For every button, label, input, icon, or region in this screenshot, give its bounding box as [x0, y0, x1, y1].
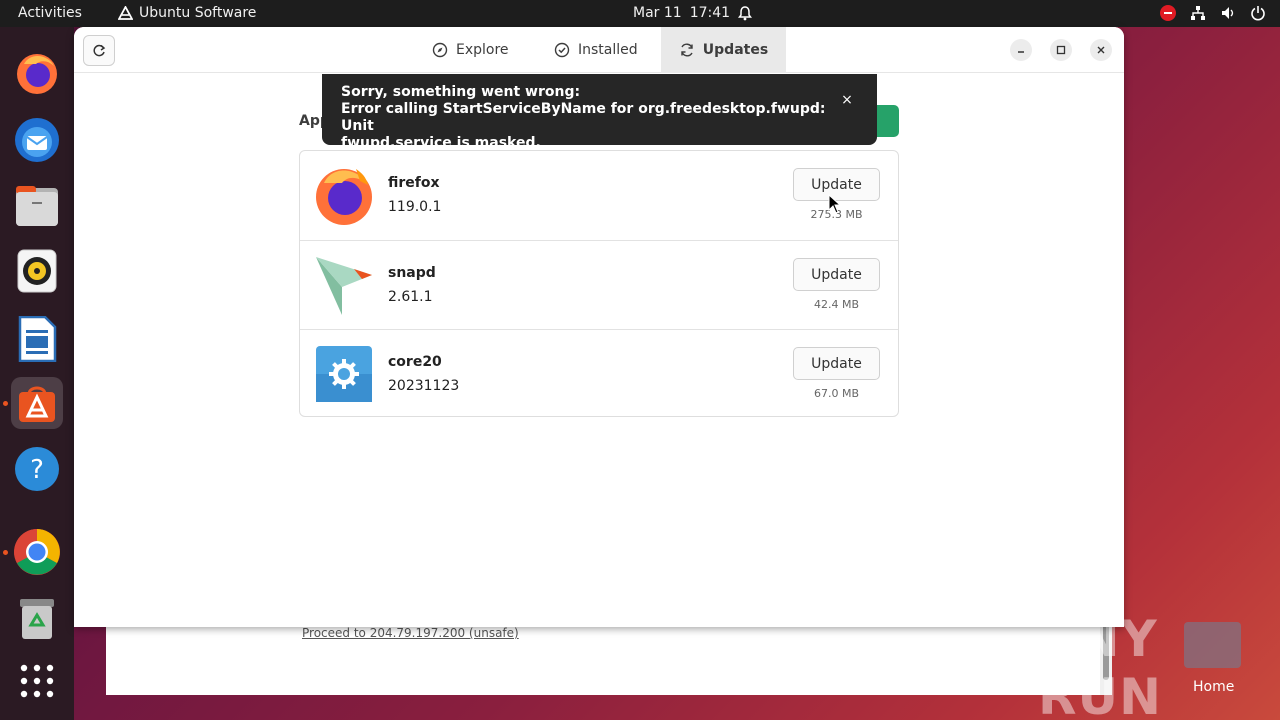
chrome-icon — [14, 529, 60, 575]
close-icon — [1097, 46, 1105, 54]
dismiss-notification-button[interactable]: × — [839, 92, 855, 108]
download-size: 67.0 MB — [813, 387, 860, 400]
running-indicator — [3, 550, 8, 555]
list-item[interactable]: firefox 119.0.1 Update 275.3 MB — [300, 151, 898, 240]
tab-installed-label: Installed — [578, 42, 638, 58]
app-version: 20231123 — [388, 378, 460, 394]
rhythmbox-icon — [17, 249, 57, 293]
dock-firefox[interactable] — [11, 47, 63, 99]
app-grid-icon — [20, 664, 54, 698]
app-version: 2.61.1 — [388, 289, 433, 305]
app-version: 119.0.1 — [388, 199, 442, 215]
power-icon[interactable] — [1250, 5, 1266, 21]
updates-list: firefox 119.0.1 Update 275.3 MB snapd 2.… — [299, 150, 899, 417]
firefox-icon — [17, 54, 57, 94]
dock-trash[interactable] — [11, 593, 63, 645]
minimize-button[interactable] — [1010, 39, 1032, 61]
dock: ? — [0, 27, 74, 720]
software-app-icon — [118, 6, 133, 20]
list-item[interactable]: snapd 2.61.1 Update 42.4 MB — [300, 240, 898, 329]
compass-icon — [432, 42, 448, 58]
core20-app-icon — [316, 346, 372, 402]
activities-button[interactable]: Activities — [18, 5, 82, 21]
top-bar: Activities Ubuntu Software Mar 11 17:41 — [0, 0, 1280, 27]
maximize-button[interactable] — [1050, 39, 1072, 61]
close-window-button[interactable] — [1090, 39, 1112, 61]
refresh-button[interactable] — [83, 35, 115, 66]
thunderbird-icon — [15, 118, 59, 162]
dock-writer[interactable] — [11, 313, 63, 365]
system-tray[interactable] — [1160, 5, 1266, 21]
app-menu[interactable]: Ubuntu Software — [118, 5, 256, 21]
check-circle-icon — [554, 42, 570, 58]
dock-files[interactable] — [11, 180, 63, 232]
tab-updates[interactable]: Updates — [661, 27, 786, 73]
app-name: firefox — [388, 175, 440, 191]
snapd-app-icon — [316, 257, 372, 315]
header-bar: Explore Installed Updates — [74, 27, 1124, 73]
error-notification: Sorry, something went wrong: Error calli… — [322, 74, 877, 151]
tab-explore[interactable]: Explore — [432, 27, 509, 73]
files-icon — [16, 186, 58, 226]
dock-ubuntu-software[interactable] — [11, 377, 63, 429]
home-folder-icon[interactable] — [1184, 622, 1241, 668]
error-title: Sorry, something went wrong: — [341, 84, 581, 100]
maximize-icon — [1056, 45, 1066, 55]
app-name: core20 — [388, 354, 442, 370]
dock-rhythmbox[interactable] — [11, 245, 63, 297]
minimize-icon — [1018, 51, 1024, 53]
home-folder-label[interactable]: Home — [1193, 679, 1234, 695]
app-menu-label: Ubuntu Software — [139, 5, 257, 21]
clock-date: Mar 11 — [633, 5, 682, 21]
svg-text:?: ? — [30, 455, 44, 485]
mouse-cursor-icon — [828, 194, 842, 214]
ubuntu-software-icon — [19, 386, 55, 422]
update-button[interactable]: Update — [793, 347, 880, 380]
dock-thunderbird[interactable] — [11, 114, 63, 166]
clock[interactable]: Mar 11 17:41 — [633, 5, 753, 21]
ubuntu-software-window: Explore Installed Updates Appl firefox 1… — [74, 27, 1124, 627]
network-icon[interactable] — [1190, 5, 1206, 21]
download-size: 42.4 MB — [813, 298, 860, 311]
update-arrows-icon — [681, 43, 693, 57]
volume-icon[interactable] — [1220, 5, 1236, 21]
running-indicator — [3, 401, 8, 406]
clock-time: 17:41 — [689, 5, 731, 21]
trash-icon — [20, 599, 54, 639]
tab-explore-label: Explore — [456, 42, 509, 58]
list-item[interactable]: core20 20231123 Update 67.0 MB — [300, 329, 898, 418]
dock-chrome[interactable] — [11, 526, 63, 578]
update-button[interactable]: Update — [793, 258, 880, 291]
proceed-unsafe-link[interactable]: Proceed to 204.79.197.200 (unsafe) — [302, 626, 519, 640]
dock-help[interactable]: ? — [11, 443, 63, 495]
libreoffice-writer-icon — [18, 316, 57, 362]
error-message-line: fwupd.service is masked. — [341, 135, 541, 151]
firefox-app-icon — [316, 169, 372, 225]
app-name: snapd — [388, 265, 436, 281]
do-not-disturb-icon[interactable] — [1160, 5, 1176, 21]
refresh-icon — [93, 44, 106, 56]
error-message-line: Error calling StartServiceByName for org… — [341, 101, 826, 134]
tab-installed[interactable]: Installed — [554, 27, 638, 73]
help-icon: ? — [15, 447, 59, 491]
tab-updates-label: Updates — [702, 42, 769, 58]
show-apps-button[interactable] — [11, 655, 63, 707]
notification-bell-icon — [738, 5, 753, 20]
